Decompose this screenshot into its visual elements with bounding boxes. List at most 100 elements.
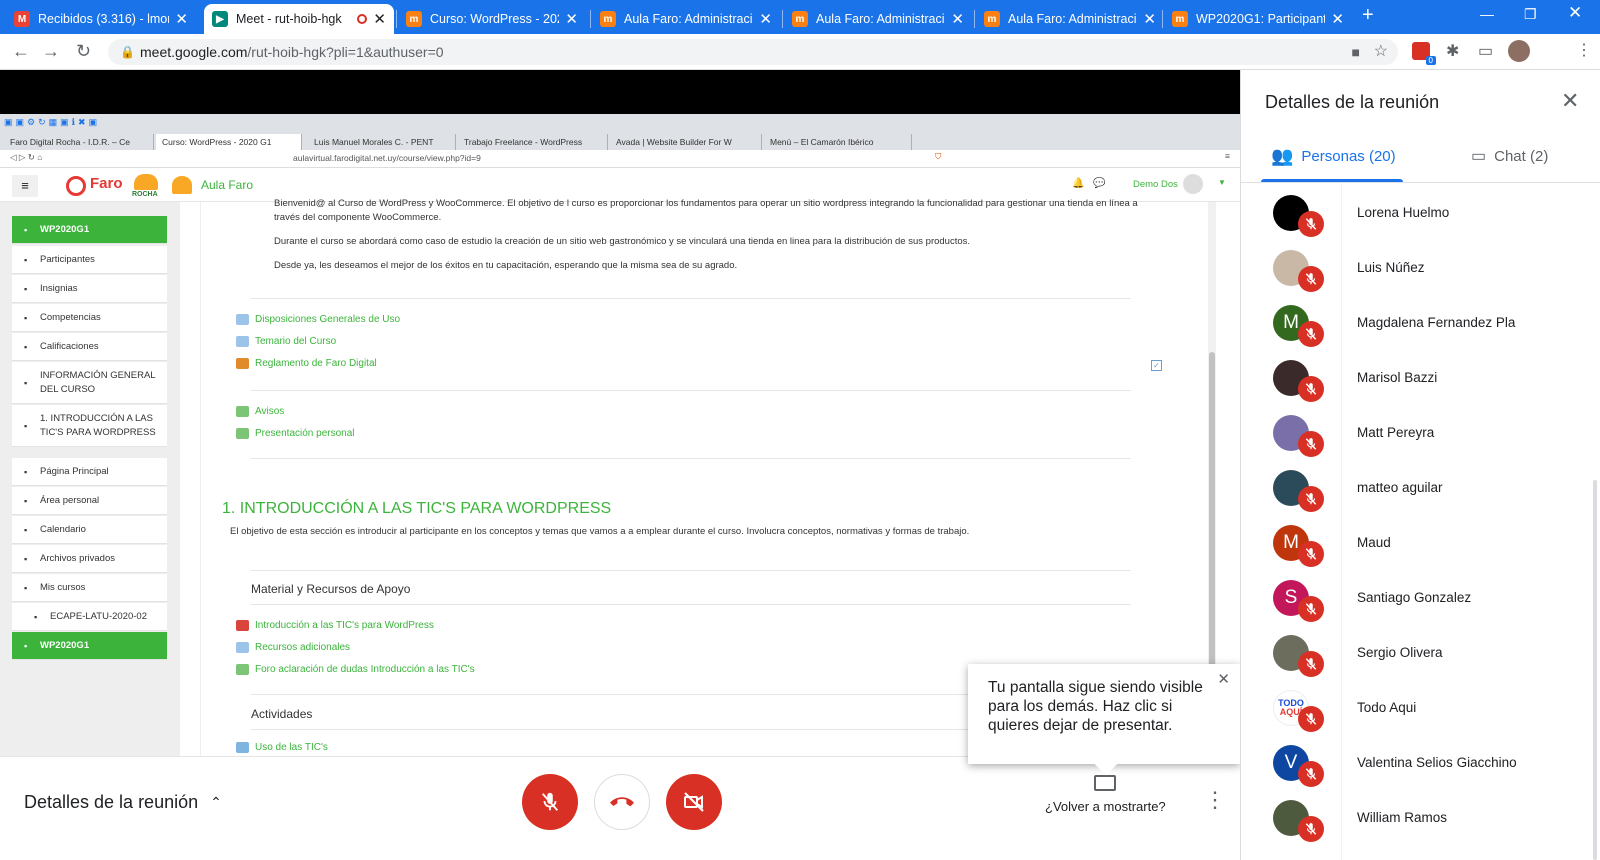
moodle-icon: m bbox=[792, 11, 808, 27]
close-tab-icon[interactable]: ✕ bbox=[951, 10, 964, 28]
mic-toggle-button[interactable] bbox=[522, 774, 578, 830]
star-icon[interactable]: ☆ bbox=[1374, 39, 1388, 65]
participant-row[interactable]: M Magdalena Fernandez Pla bbox=[1241, 305, 1600, 360]
browser-tab[interactable]: m Aula Faro: Administració ✕ bbox=[976, 4, 1164, 34]
browser-tab[interactable]: m WP2020G1: Participantes ✕ bbox=[1164, 4, 1352, 34]
rocha-logo-text: ROCHA bbox=[132, 191, 158, 198]
browser-toolbar: ← → ↻ 🔒 meet.google.com/rut-hoib-hgk?pli… bbox=[0, 34, 1600, 70]
participant-row[interactable]: matteo aguilar bbox=[1241, 470, 1600, 525]
browser-tab[interactable]: m Aula Faro: Administració ✕ bbox=[784, 4, 972, 34]
sidebar-item-label: Calificaciones bbox=[40, 340, 99, 352]
sidebar-item-label: Archivos privados bbox=[40, 552, 115, 564]
panel-scrollbar[interactable] bbox=[1593, 480, 1597, 860]
close-tab-icon[interactable]: ✕ bbox=[175, 10, 188, 28]
profile-avatar[interactable] bbox=[1508, 40, 1530, 62]
participant-name: Valentina Selios Giacchino bbox=[1357, 755, 1517, 770]
folder-icon: ▪ bbox=[24, 377, 28, 388]
shared-address-bar: ◁ ▷ ↻ ⌂ aulavirtual.farodigital.net.uy/c… bbox=[0, 150, 1240, 168]
camera-icon[interactable]: ■ bbox=[1352, 39, 1360, 65]
close-tab-icon[interactable]: ✕ bbox=[565, 10, 578, 28]
close-panel-icon[interactable]: ✕ bbox=[1561, 88, 1579, 114]
shared-nav-icons: ◁ ▷ ↻ ⌂ bbox=[10, 152, 43, 162]
participant-row[interactable]: Matt Pereyra bbox=[1241, 415, 1600, 470]
browser-tab[interactable]: ▶ Meet - rut-hoib-hgk ✕ bbox=[204, 4, 394, 34]
tab-chat-label: Chat (2) bbox=[1494, 147, 1549, 165]
tab-people[interactable]: 👥 Personas (20) bbox=[1271, 146, 1396, 167]
mic-off-icon bbox=[1298, 761, 1324, 787]
folder-icon: ▪ bbox=[24, 420, 28, 431]
cast-icon[interactable]: ▭ bbox=[1478, 41, 1493, 61]
shared-url: aulavirtual.farodigital.net.uy/course/vi… bbox=[293, 153, 481, 163]
more-options-icon[interactable]: ⋮ bbox=[1204, 787, 1226, 813]
shared-browser-tab: Faro Digital Rocha - I.D.R. – Ce bbox=[4, 134, 154, 150]
moodle-sidebar: ▪ WP2020G1 ▪ Participantes ▪ Insignias ▪ Compet… bbox=[0, 202, 180, 756]
sidebar-item: ▪ Competencias bbox=[12, 304, 167, 332]
participant-row[interactable]: M Maud bbox=[1241, 525, 1600, 580]
extension-badge: 0 bbox=[1425, 56, 1436, 65]
close-tab-icon[interactable]: ✕ bbox=[1331, 10, 1344, 28]
close-window-icon[interactable]: ✕ bbox=[1568, 3, 1582, 23]
participant-row[interactable]: V Valentina Selios Giacchino bbox=[1241, 745, 1600, 800]
forward-icon[interactable]: → bbox=[42, 41, 60, 62]
camera-toggle-button[interactable] bbox=[666, 774, 722, 830]
participant-row[interactable]: Sergio Olivera bbox=[1241, 635, 1600, 690]
sidebar-item-label: Participantes bbox=[40, 253, 95, 265]
browser-tab[interactable]: m Curso: WordPress - 2020 ✕ bbox=[398, 4, 586, 34]
participant-row[interactable]: Lorena Huelmo bbox=[1241, 195, 1600, 250]
participant-row[interactable]: William Ramos bbox=[1241, 800, 1600, 855]
resource-link: Avisos bbox=[236, 406, 284, 417]
divider bbox=[251, 390, 1131, 391]
close-tab-icon[interactable]: ✕ bbox=[1143, 10, 1156, 28]
toast-text: Tu pantalla sigue siendo visible para lo… bbox=[988, 679, 1203, 734]
intro-paragraph-2: Durante el curso se abordará como caso d… bbox=[274, 236, 971, 247]
url-bar[interactable]: 🔒 meet.google.com/rut-hoib-hgk?pli=1&aut… bbox=[108, 39, 1398, 65]
present-again-button[interactable]: ¿Volver a mostrarte? bbox=[1045, 775, 1166, 814]
resource-link: Recursos adicionales bbox=[236, 642, 350, 653]
participant-row[interactable]: Marisol Bazzi bbox=[1241, 360, 1600, 415]
section-title: 1. INTRODUCCIÓN A LAS TIC'S PARA WORDPRE… bbox=[222, 500, 612, 517]
restore-window-icon[interactable]: ❐ bbox=[1524, 6, 1537, 23]
back-icon[interactable]: ← bbox=[12, 41, 30, 62]
puzzle-icon[interactable]: ✱ bbox=[1446, 41, 1459, 61]
extension-icon[interactable]: 0 bbox=[1412, 42, 1436, 65]
participant-name: Luis Núñez bbox=[1357, 260, 1425, 275]
resource-icon bbox=[236, 314, 249, 325]
sidebar-item: ▪ Participantes bbox=[12, 246, 167, 274]
participant-row[interactable]: TODO AQUÍ Todo Aqui bbox=[1241, 690, 1600, 745]
resource-link: Foro aclaración de dudas Introducción a … bbox=[236, 664, 475, 675]
moodle-icon: m bbox=[406, 11, 422, 27]
minimize-window-icon[interactable]: — bbox=[1480, 6, 1494, 22]
meeting-details-button[interactable]: Detalles de la reunión ⌃ bbox=[24, 792, 222, 813]
resource-icon bbox=[236, 620, 249, 631]
close-icon[interactable]: ✕ bbox=[1217, 670, 1230, 689]
reload-icon[interactable]: ↻ bbox=[76, 41, 91, 62]
mic-off-icon bbox=[1298, 431, 1324, 457]
tab-chat[interactable]: ▭ Chat (2) bbox=[1471, 146, 1548, 166]
mic-off-icon bbox=[1298, 816, 1324, 842]
browser-tab[interactable]: M Recibidos (3.316) - lmora ✕ bbox=[6, 4, 196, 34]
participant-row[interactable]: S Santiago Gonzalez bbox=[1241, 580, 1600, 635]
browser-tab[interactable]: m Aula Faro: Administració ✕ bbox=[592, 4, 780, 34]
leave-call-button[interactable] bbox=[594, 774, 650, 830]
shared-browser-tab: Curso: WordPress - 2020 G1 bbox=[156, 134, 302, 150]
close-tab-icon[interactable]: ✕ bbox=[373, 10, 386, 28]
participant-row[interactable]: Luis Núñez bbox=[1241, 250, 1600, 305]
close-tab-icon[interactable]: ✕ bbox=[759, 10, 772, 28]
sidebar-item: ▪ WP2020G1 bbox=[12, 632, 167, 660]
participant-name: Sergio Olivera bbox=[1357, 645, 1443, 660]
sidebar-item-label: Calendario bbox=[40, 523, 86, 535]
browser-tab-title: Aula Faro: Administració bbox=[816, 12, 946, 26]
meeting-details-panel: Detalles de la reunión ✕ 👥 Personas (20)… bbox=[1240, 70, 1600, 860]
chat-bubble-icon: 💬 bbox=[1093, 178, 1106, 189]
sidebar-item-label: INFORMACIÓN GENERAL DEL CURSO bbox=[40, 369, 156, 395]
sidebar-item: ▪ WP2020G1 bbox=[12, 216, 167, 244]
new-tab-icon[interactable]: + bbox=[1362, 4, 1374, 27]
sidebar-item: ▪ Área personal bbox=[12, 487, 167, 515]
present-again-label: ¿Volver a mostrarte? bbox=[1045, 799, 1166, 814]
browser-menu-icon[interactable]: ⋮ bbox=[1576, 40, 1592, 60]
presenting-toast: Tu pantalla sigue siendo visible para lo… bbox=[968, 664, 1240, 776]
sidebar-item: ▪ ECAPE-LATU-2020-02 bbox=[12, 603, 167, 631]
meeting-controls-bar: Detalles de la reunión ⌃ ¿Volver a mostr… bbox=[0, 756, 1240, 860]
sidebar-item: ▪ Calendario bbox=[12, 516, 167, 544]
sidebar-item-label: Área personal bbox=[40, 494, 100, 506]
